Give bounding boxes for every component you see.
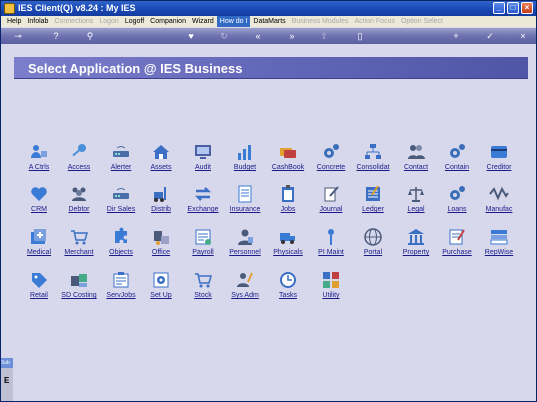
house-icon: [151, 142, 171, 162]
menu-item-infolab[interactable]: Infolab: [24, 16, 51, 27]
report-icon: [489, 227, 509, 247]
toolbar: ⊸? ⚲ ♥ ↻ « » ⇧ ▯ + ✓ ×: [1, 28, 536, 44]
title-bar: IES Client(Q) v8.24 : My IES _ □ ×: [1, 1, 536, 16]
toolbar-document-icon[interactable]: ▯: [355, 31, 365, 41]
document-icon: [235, 184, 255, 204]
gears-icon: [447, 142, 467, 162]
org-chart-icon: [363, 142, 383, 162]
building-icon: [406, 227, 426, 247]
side-strip: Sub E: [1, 358, 13, 401]
app-utility[interactable]: Utility: [306, 267, 356, 307]
toolbar-search-icon[interactable]: ⚲: [85, 31, 95, 41]
app-label[interactable]: Utility: [300, 292, 362, 299]
menu-item-option-select: Option Select: [400, 18, 443, 25]
toolbar-close-icon[interactable]: ×: [518, 31, 528, 41]
cards-icon: [278, 142, 298, 162]
exchange-icon: [193, 184, 213, 204]
gears-icon: [447, 184, 467, 204]
monitor-icon: [193, 142, 213, 162]
menu-item-connections: Connections: [54, 18, 94, 25]
app-label[interactable]: Creditor: [468, 164, 530, 171]
banner: Select Application @ IES Business: [14, 57, 528, 79]
setup-icon: [151, 270, 171, 290]
group-icon: [69, 184, 89, 204]
pin-icon: [321, 227, 341, 247]
cart-icon: [193, 270, 213, 290]
minimize-button[interactable]: _: [493, 2, 505, 14]
side-indicator: E: [4, 376, 10, 385]
application-grid: A Ctrls Access Alerter Assets Audit Budget Cas…: [14, 139, 528, 319]
pen-icon: [321, 184, 341, 204]
medical-icon: [29, 227, 49, 247]
person-icon: [235, 227, 255, 247]
clipboard-icon: [278, 184, 298, 204]
app-repwise[interactable]: RepWise: [474, 224, 524, 264]
menu-item-action-focus: Action Focus: [354, 18, 395, 25]
menu-item-business-modules: Business Modules: [291, 18, 349, 25]
toolbar-refresh-icon[interactable]: ↻: [219, 31, 229, 41]
menu-item-companion[interactable]: Companion: [147, 16, 189, 27]
app-logo-icon: [4, 3, 15, 14]
clock-icon: [278, 270, 298, 290]
side-tab[interactable]: Sub: [1, 358, 13, 368]
main-content: Select Application @ IES Business A Ctrl…: [1, 44, 536, 401]
window-title: IES Client(Q) v8.24 : My IES: [18, 3, 136, 13]
app-label[interactable]: Manufac: [468, 206, 530, 213]
toolbar-check-icon[interactable]: ✓: [485, 31, 495, 41]
menu-bar: Help Infolab Connections Logon Logoff Compani…: [1, 16, 536, 27]
toolbar-help-icon[interactable]: ?: [51, 31, 61, 41]
maximize-button[interactable]: □: [507, 2, 519, 14]
router-icon: [111, 184, 131, 204]
globe-icon: [363, 227, 383, 247]
menu-item-datamarts[interactable]: DataMarts: [250, 16, 288, 27]
toolbar-plus-icon[interactable]: +: [451, 31, 461, 41]
toolbar-key-icon[interactable]: ⊸: [13, 31, 23, 41]
utility-icon: [321, 270, 341, 290]
app-window: IES Client(Q) v8.24 : My IES _ □ × Help I…: [0, 0, 537, 402]
wave-icon: [489, 184, 509, 204]
toolbar-heart-icon[interactable]: ♥: [186, 31, 196, 41]
puzzle-icon: [111, 227, 131, 247]
purchase-icon: [447, 227, 467, 247]
heart-icon: [29, 184, 49, 204]
ledger-icon: [363, 184, 383, 204]
menu-item-help[interactable]: Help: [4, 16, 24, 27]
app-manufac[interactable]: Manufac: [474, 181, 524, 221]
menu-item-wizard[interactable]: Wizard: [189, 16, 217, 27]
app-label[interactable]: RepWise: [468, 249, 530, 256]
servjobs-icon: [111, 270, 131, 290]
key-icon: [69, 142, 89, 162]
toolbar-fast-forward-icon[interactable]: »: [287, 31, 297, 41]
costing-icon: [69, 270, 89, 290]
office-icon: [151, 227, 171, 247]
menu-item-how-do-i[interactable]: How do I: [216, 16, 251, 27]
menu-item-logon: Logon: [99, 18, 119, 25]
menu-item-logoff[interactable]: Logoff: [122, 16, 147, 27]
scales-icon: [406, 184, 426, 204]
page-title: Select Application @ IES Business: [28, 61, 243, 76]
toolbar-rewind-icon[interactable]: «: [253, 31, 263, 41]
router-icon: [111, 142, 131, 162]
bar-chart-icon: [235, 142, 255, 162]
truck-icon: [278, 227, 298, 247]
gears-icon: [321, 142, 341, 162]
card-icon: [489, 142, 509, 162]
tag-icon: [29, 270, 49, 290]
app-creditor[interactable]: Creditor: [474, 139, 524, 179]
payroll-icon: [193, 227, 213, 247]
cart-icon: [69, 227, 89, 247]
admin-icon: [235, 270, 255, 290]
contacts-icon: [406, 142, 426, 162]
forklift-icon: [151, 184, 171, 204]
close-window-button[interactable]: ×: [521, 2, 533, 14]
people-icon: [29, 142, 49, 162]
toolbar-upload-icon[interactable]: ⇧: [319, 31, 329, 41]
